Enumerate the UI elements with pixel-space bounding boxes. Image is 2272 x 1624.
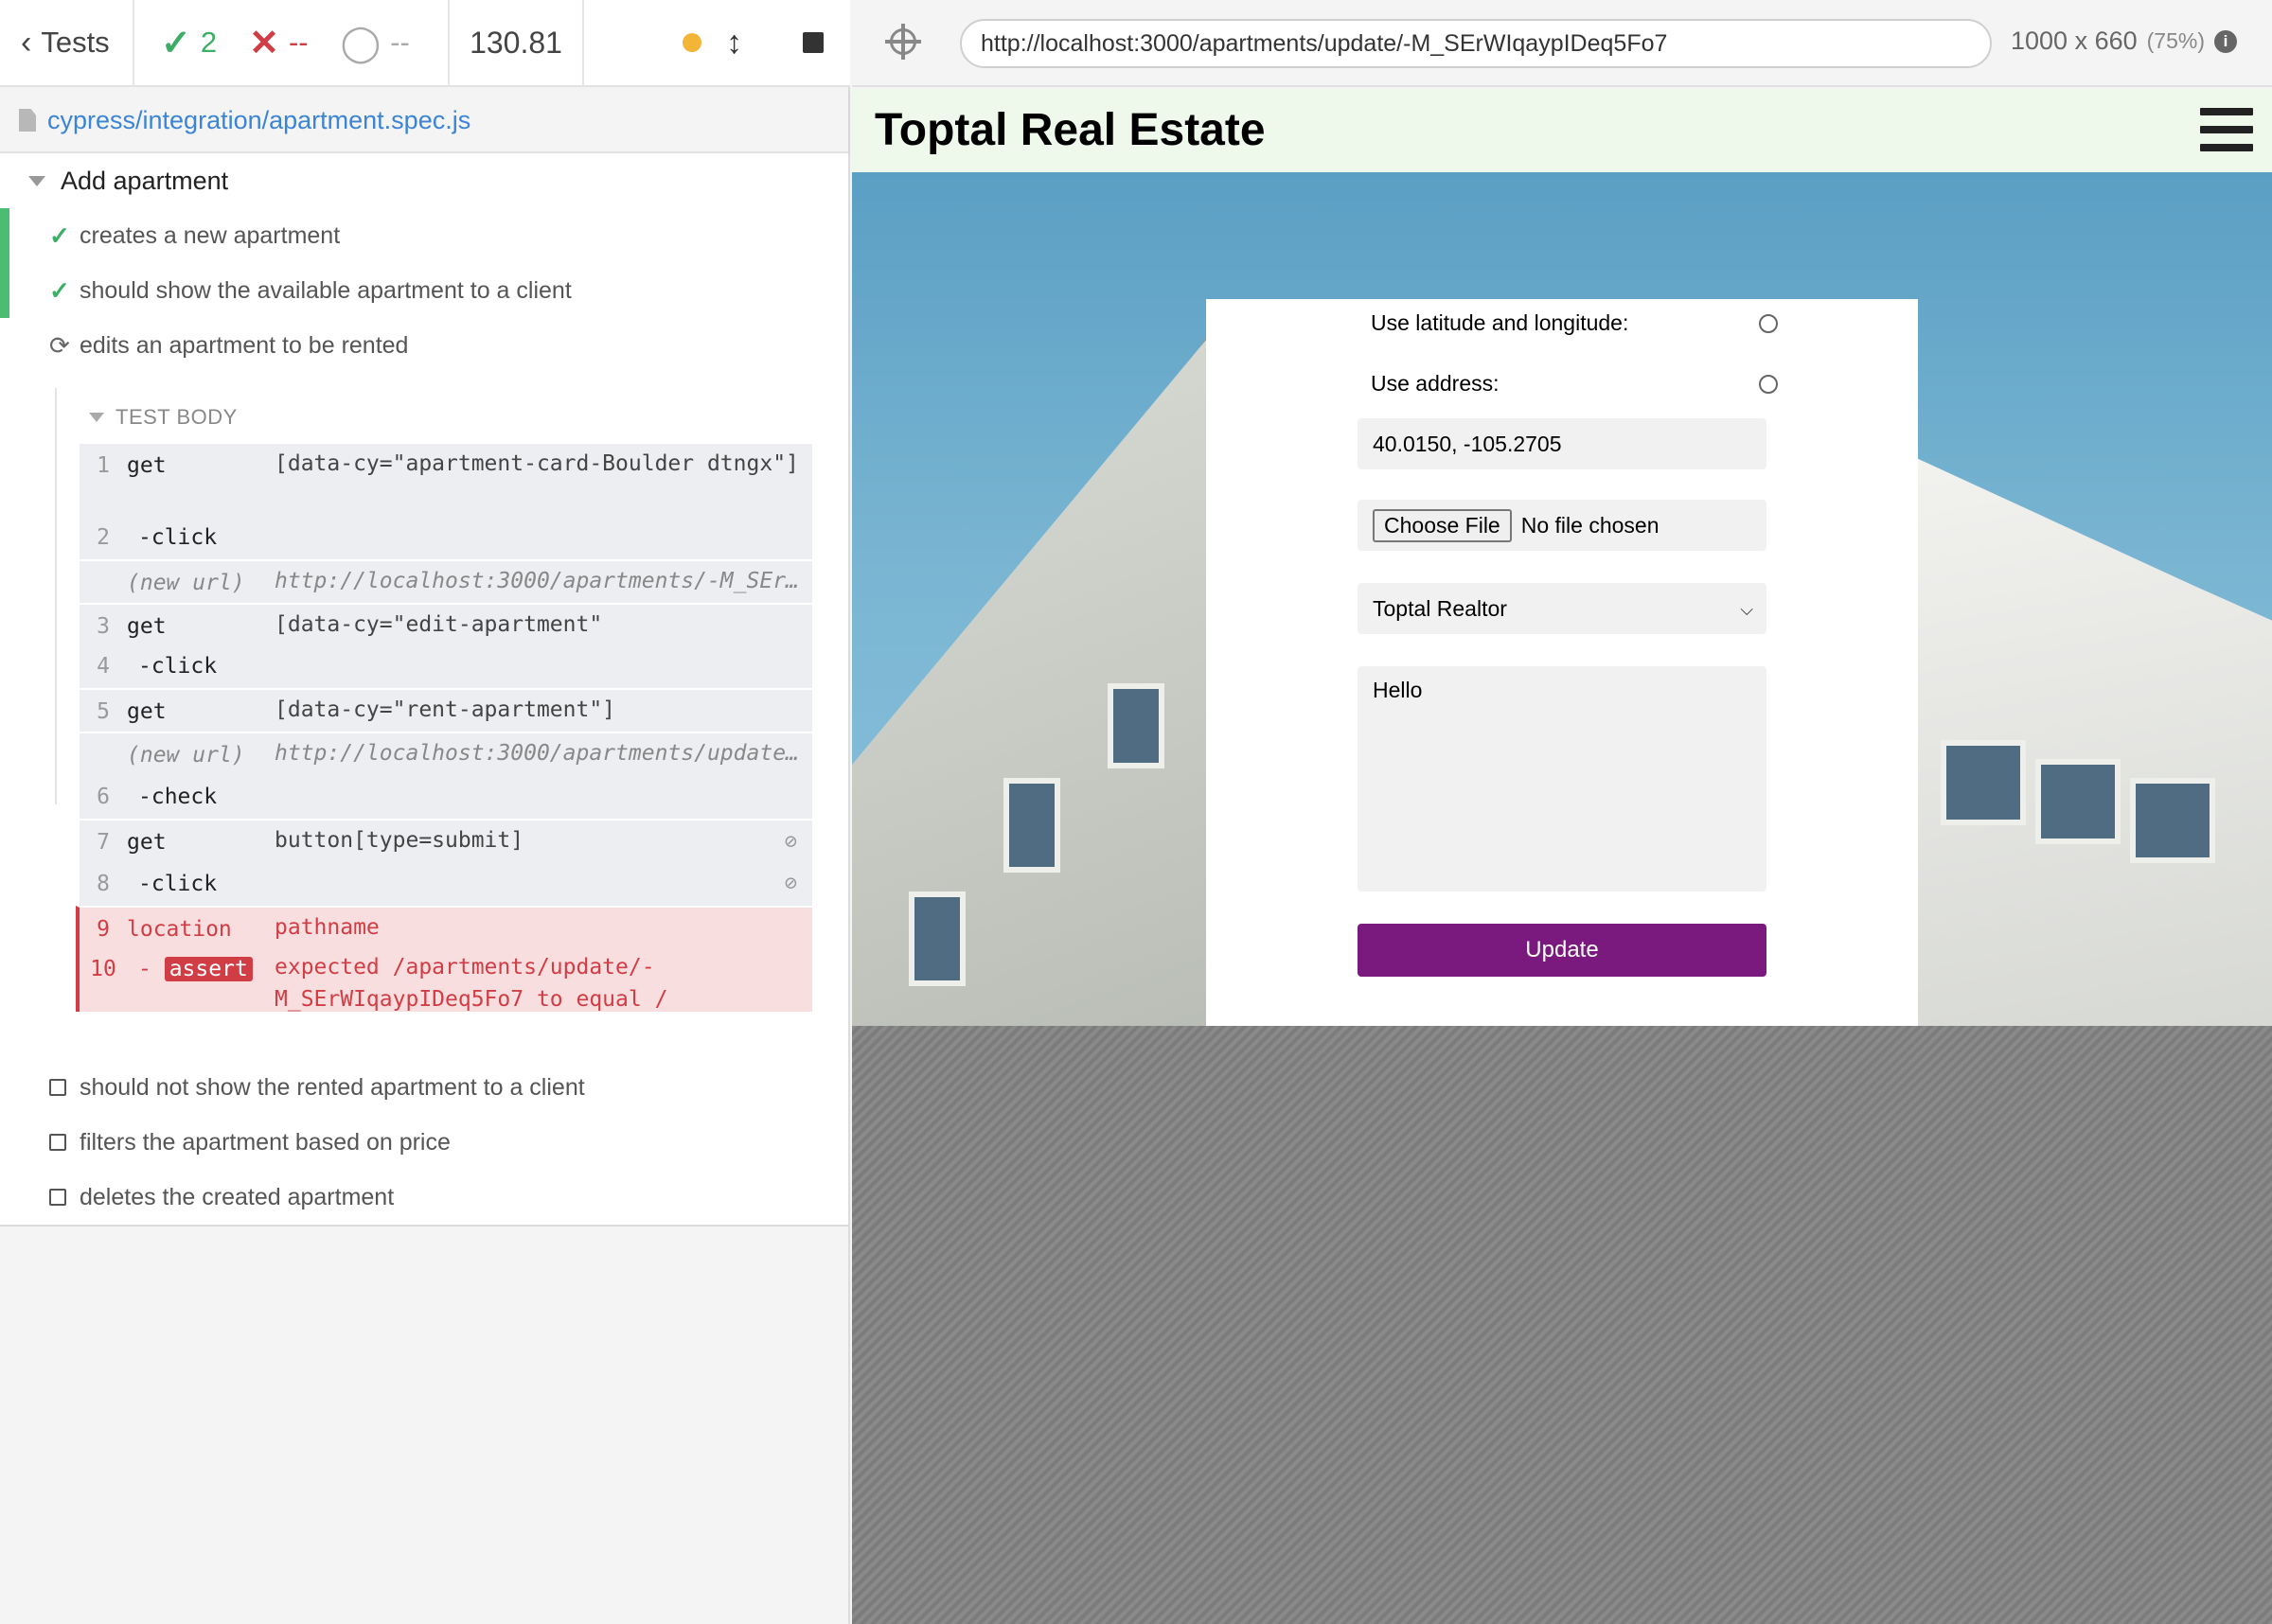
test-title: should not show the rented apartment to … <box>80 1073 585 1101</box>
update-button[interactable]: Update <box>1358 924 1766 977</box>
collapse-triangle-icon <box>28 176 45 186</box>
command-list: 1 get [data-cy="apartment-card-Boulder d… <box>76 442 812 1012</box>
command-row[interactable]: 5 get [data-cy="rent-apartment"] <box>80 688 812 732</box>
aut-url-bar: http://localhost:3000/apartments/update/… <box>852 0 2272 87</box>
collapse-triangle-icon <box>89 413 104 422</box>
tests-back-button[interactable]: ‹ Tests <box>0 0 134 86</box>
realtor-selected-value: Toptal Realtor <box>1373 595 1507 621</box>
latlng-option[interactable]: Use latitude and longitude: <box>1371 310 1778 336</box>
reporter-controls: ↕ <box>584 0 850 86</box>
chevron-left-icon: ‹ <box>21 24 32 61</box>
command-row[interactable]: 4 -click <box>80 644 812 688</box>
stop-icon[interactable] <box>803 32 824 53</box>
choose-file-button[interactable]: Choose File <box>1373 508 1512 542</box>
passed-count: ✓ 2 <box>161 23 218 63</box>
dot-icon <box>683 33 701 52</box>
command-row[interactable]: 8 -click ⊘ <box>80 862 812 906</box>
test-title: deletes the created apartment <box>80 1183 395 1210</box>
viewport-size: 1000 x 660 <box>2011 26 2138 55</box>
check-icon: ✓ <box>49 221 70 250</box>
site-title[interactable]: Toptal Real Estate <box>875 104 1266 156</box>
reporter-panel: ‹ Tests ✓ 2 ✕ -- ◯ -- 130.81 ↕ cypress/i… <box>0 0 850 1624</box>
test-item-running[interactable]: ⟳ edits an apartment to be rented <box>0 318 848 373</box>
address-radio[interactable] <box>1759 374 1778 394</box>
latlng-label: Use latitude and longitude: <box>1371 310 1629 335</box>
test-title: creates a new apartment <box>80 221 341 249</box>
file-icon <box>19 109 36 132</box>
spinner-icon: ⟳ <box>49 330 70 360</box>
check-icon: ✓ <box>161 23 191 63</box>
aut-empty-area <box>852 1026 2272 1624</box>
chevron-down-icon: ⌵ <box>1740 600 1753 619</box>
command-row[interactable]: 6 -check <box>80 775 812 819</box>
test-title: edits an apartment to be rented <box>80 331 409 359</box>
url-display[interactable]: http://localhost:3000/apartments/update/… <box>960 19 1992 68</box>
address-option[interactable]: Use address: <box>1371 371 1778 397</box>
run-duration: 130.81 <box>450 0 584 86</box>
reporter-stats-bar: ‹ Tests ✓ 2 ✕ -- ◯ -- 130.81 ↕ <box>0 0 850 87</box>
x-icon: ✕ <box>249 23 279 63</box>
pending-count: ◯ -- <box>340 23 410 63</box>
spec-file-header: cypress/integration/apartment.spec.js <box>0 89 848 153</box>
test-item-passed[interactable]: ✓ creates a new apartment <box>0 208 848 263</box>
command-row[interactable]: 1 get [data-cy="apartment-card-Boulder d… <box>80 442 812 516</box>
test-title: should show the available apartment to a… <box>80 276 572 304</box>
assert-badge: assert <box>164 957 253 981</box>
command-log: TEST BODY 1 get [data-cy="apartment-card… <box>55 388 812 1012</box>
test-title: filters the apartment based on price <box>80 1128 451 1156</box>
eye-slash-icon: ⊘ <box>784 830 797 854</box>
crosshair-icon[interactable] <box>885 24 921 60</box>
command-row[interactable]: 2 -click <box>80 516 812 559</box>
check-icon: ✓ <box>49 275 70 305</box>
suite-title: Add apartment <box>61 167 229 195</box>
failed-count: ✕ -- <box>249 23 309 63</box>
resize-icon[interactable]: ↕ <box>726 25 742 62</box>
info-icon[interactable]: i <box>2213 29 2237 53</box>
test-item-pending[interactable]: should not show the rented apartment to … <box>0 1060 848 1115</box>
checkbox-icon <box>49 1189 66 1206</box>
test-item-pending[interactable]: filters the apartment based on price <box>0 1115 848 1170</box>
realtor-select[interactable]: Toptal Realtor ⌵ <box>1358 583 1766 634</box>
viewport-scale: (75%) <box>2146 28 2205 53</box>
checkbox-icon <box>49 1134 66 1151</box>
suite-header[interactable]: Add apartment <box>28 167 228 196</box>
test-item-pending[interactable]: deletes the created apartment <box>0 1170 848 1225</box>
description-textarea[interactable]: Hello <box>1358 666 1766 891</box>
latlng-radio[interactable] <box>1759 313 1778 333</box>
building-left-image <box>852 333 1212 1026</box>
test-counts: ✓ 2 ✕ -- ◯ -- <box>134 0 450 86</box>
aut-iframe: Toptal Real Estate Use latitude and long… <box>852 89 2272 1026</box>
address-label: Use address: <box>1371 371 1500 396</box>
spec-path-link[interactable]: cypress/integration/apartment.spec.js <box>47 106 470 135</box>
update-apartment-form: Use latitude and longitude: Use address:… <box>1206 299 1918 1026</box>
app-under-test: http://localhost:3000/apartments/update/… <box>852 0 2272 1624</box>
test-item-passed[interactable]: ✓ should show the available apartment to… <box>0 263 848 318</box>
command-row-new-url[interactable]: (new url) http://localhost:3000/apartmen… <box>80 559 812 603</box>
viewport-info: 1000 x 660 (75%) i <box>2011 26 2237 56</box>
checkbox-icon <box>49 1079 66 1096</box>
command-row-failed[interactable]: 10 - assert expected /apartments/update/… <box>76 947 812 1012</box>
site-header: Toptal Real Estate <box>852 89 2272 172</box>
hamburger-icon[interactable] <box>2200 108 2253 151</box>
runnable-list: Add apartment ✓ creates a new apartment … <box>0 153 848 1227</box>
hero-background-image: Use latitude and longitude: Use address:… <box>852 172 2272 1026</box>
spinner-icon: ◯ <box>340 23 382 63</box>
file-input[interactable]: Choose File No file chosen <box>1358 500 1766 551</box>
test-body-header[interactable]: TEST BODY <box>89 405 238 430</box>
coordinates-input[interactable]: 40.0150, -105.2705 <box>1358 418 1766 469</box>
eye-slash-icon: ⊘ <box>784 872 797 895</box>
file-status: No file chosen <box>1520 512 1660 538</box>
tests-label: Tests <box>41 26 110 59</box>
